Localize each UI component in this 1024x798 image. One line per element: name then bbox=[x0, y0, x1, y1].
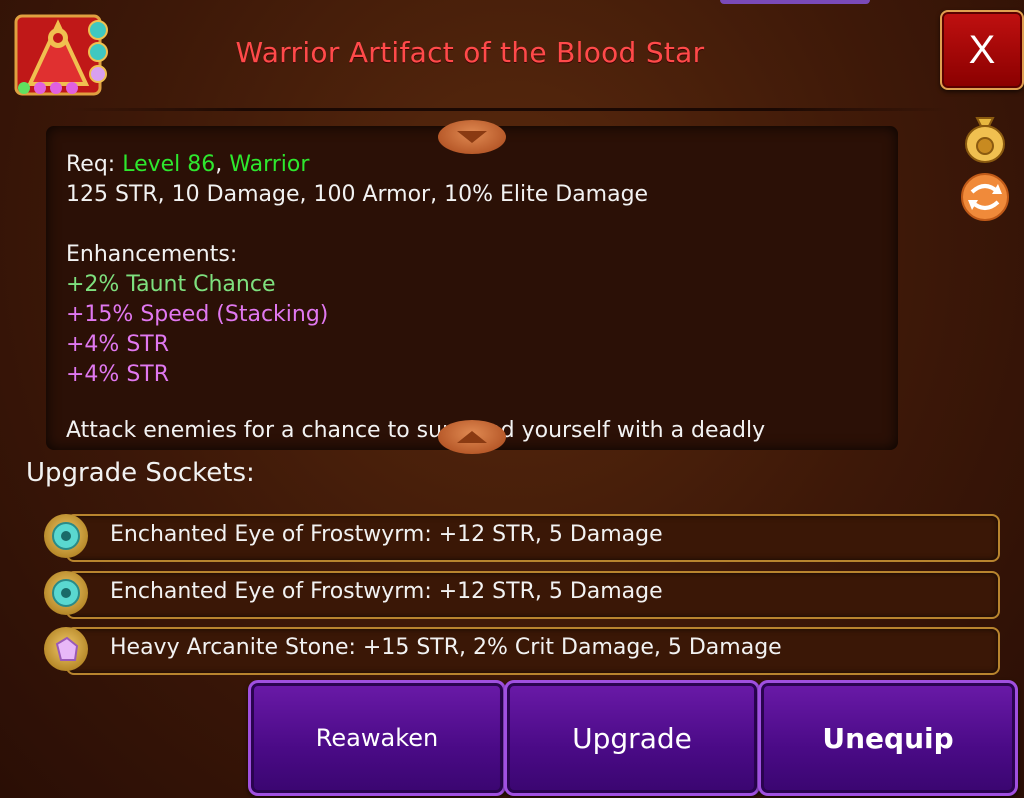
socket-description: Enchanted Eye of Frostwyrm: +12 STR, 5 D… bbox=[110, 579, 663, 604]
socket-row[interactable]: Enchanted Eye of Frostwyrm: +12 STR, 5 D… bbox=[44, 569, 1000, 619]
item-detail-window: Warrior Artifact of the Blood Star X Req… bbox=[0, 0, 1024, 798]
artifact-item-icon bbox=[14, 14, 110, 98]
socket-description: Enchanted Eye of Frostwyrm: +12 STR, 5 D… bbox=[110, 522, 663, 547]
socket-description: Heavy Arcanite Stone: +15 STR, 2% Crit D… bbox=[110, 635, 782, 660]
close-button[interactable]: X bbox=[940, 10, 1024, 90]
requirement-line: Req: Level 86, Warrior bbox=[66, 150, 882, 180]
item-stats: 125 STR, 10 Damage, 100 Armor, 10% Elite… bbox=[66, 182, 649, 207]
item-flavor-text: Attack enemies for a chance to surround … bbox=[66, 418, 766, 443]
enhancement-item: +15% Speed (Stacking) bbox=[66, 302, 329, 327]
upgrade-sockets-heading: Upgrade Sockets: bbox=[26, 458, 255, 488]
req-class: Warrior bbox=[229, 152, 310, 177]
socket-row[interactable]: Enchanted Eye of Frostwyrm: +12 STR, 5 D… bbox=[44, 512, 1000, 562]
socket-row[interactable]: Heavy Arcanite Stone: +15 STR, 2% Crit D… bbox=[44, 625, 1000, 675]
unequip-button[interactable]: Unequip bbox=[758, 680, 1018, 796]
enhancement-item: +4% STR bbox=[66, 332, 170, 357]
item-title: Warrior Artifact of the Blood Star bbox=[235, 36, 705, 69]
enhancements-label: Enhancements: bbox=[66, 242, 238, 267]
req-separator: , bbox=[215, 152, 230, 177]
upgrade-button[interactable]: Upgrade bbox=[504, 680, 760, 796]
chevron-down-icon bbox=[457, 131, 487, 143]
top-tab-edge bbox=[720, 0, 870, 4]
scroll-down-button[interactable] bbox=[438, 120, 506, 154]
enhancement-item: +4% STR bbox=[66, 362, 170, 387]
sell-gold-bag-icon[interactable] bbox=[962, 112, 1008, 168]
chevron-up-icon bbox=[457, 431, 487, 443]
req-prefix: Req: bbox=[66, 152, 123, 177]
title-divider bbox=[70, 108, 950, 111]
frost-eye-gem-icon bbox=[44, 514, 88, 558]
frost-eye-gem-icon bbox=[44, 571, 88, 615]
req-level: Level 86 bbox=[122, 152, 216, 177]
transmute-swap-icon[interactable] bbox=[960, 172, 1010, 226]
arcanite-stone-icon bbox=[44, 627, 88, 671]
enhancement-item: +2% Taunt Chance bbox=[66, 272, 276, 297]
reawaken-button[interactable]: Reawaken bbox=[248, 680, 506, 796]
item-description-panel[interactable]: Req: Level 86, Warrior 125 STR, 10 Damag… bbox=[46, 126, 898, 450]
scroll-up-button[interactable] bbox=[438, 420, 506, 454]
